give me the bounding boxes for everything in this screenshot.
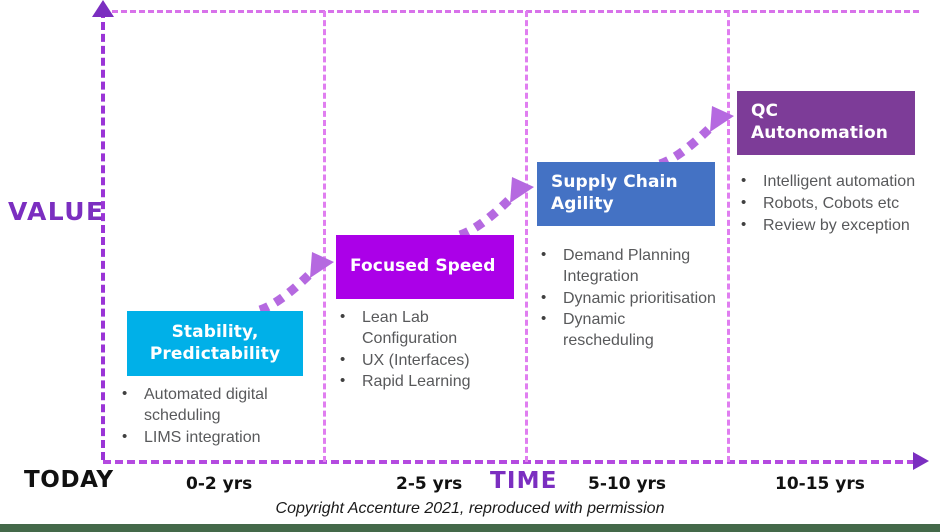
list-item: Intelligent automation (737, 171, 917, 193)
bottom-accent-bar (0, 524, 940, 532)
list-item: Dynamic rescheduling (537, 309, 717, 352)
time-axis-label: TIME (490, 468, 558, 494)
list-item: Lean Lab Configuration (336, 307, 526, 350)
list-item: UX (Interfaces) (336, 350, 526, 372)
list-item: Robots, Cobots etc (737, 193, 917, 215)
chart-top-border (103, 10, 919, 13)
stage-box-qc-autonomation[interactable]: QC Autonomation (737, 91, 915, 155)
tick-label-0-2-yrs: 0-2 yrs (186, 474, 253, 494)
roadmap-diagram: VALUE TIME TODAY 0-2 yrs 2-5 yrs 5-10 yr… (0, 0, 940, 532)
stage-box-stability-predictability[interactable]: Stability, Predictability (127, 311, 303, 376)
stage-bullets-supply-chain-agility: Demand Planning Integration Dynamic prio… (537, 245, 717, 353)
value-axis-arrowhead (92, 0, 114, 17)
today-label: TODAY (24, 467, 114, 493)
stage-title-supply-chain-agility: Supply Chain Agility (551, 172, 678, 214)
stage-bullets-qc-autonomation: Intelligent automation Robots, Cobots et… (737, 171, 917, 237)
stage-title-focused-speed: Focused Speed (350, 256, 496, 277)
list-item: Demand Planning Integration (537, 245, 717, 288)
value-axis-line (101, 10, 105, 460)
column-divider-2 (525, 11, 528, 462)
connector-focused-speed-to-supply-chain (458, 177, 534, 240)
stage-bullets-stability-predictability: Automated digital scheduling LIMS integr… (118, 384, 323, 449)
list-item: LIMS integration (118, 427, 323, 449)
list-item: Dynamic prioritisation (537, 288, 717, 310)
time-axis-line (103, 460, 915, 464)
stage-title-qc-autonomation: QC Autonomation (751, 101, 888, 143)
copyright-notice: Copyright Accenture 2021, reproduced wit… (275, 500, 665, 517)
time-axis-arrowhead (913, 452, 929, 470)
column-divider-1 (323, 11, 326, 462)
tick-label-10-15-yrs: 10-15 yrs (775, 474, 865, 494)
list-item: Rapid Learning (336, 371, 526, 393)
tick-label-2-5-yrs: 2-5 yrs (396, 474, 463, 494)
stage-box-focused-speed[interactable]: Focused Speed (336, 235, 514, 299)
stage-bullets-focused-speed: Lean Lab Configuration UX (Interfaces) R… (336, 307, 526, 394)
connector-stability-to-focused-speed (258, 252, 334, 315)
list-item: Review by exception (737, 215, 917, 237)
column-divider-3 (727, 11, 730, 462)
value-axis-label: VALUE (8, 197, 105, 226)
stage-box-supply-chain-agility[interactable]: Supply Chain Agility (537, 162, 715, 226)
stage-title-stability-predictability: Stability, Predictability (149, 321, 281, 364)
tick-label-5-10-yrs: 5-10 yrs (588, 474, 667, 494)
list-item: Automated digital scheduling (118, 384, 323, 427)
